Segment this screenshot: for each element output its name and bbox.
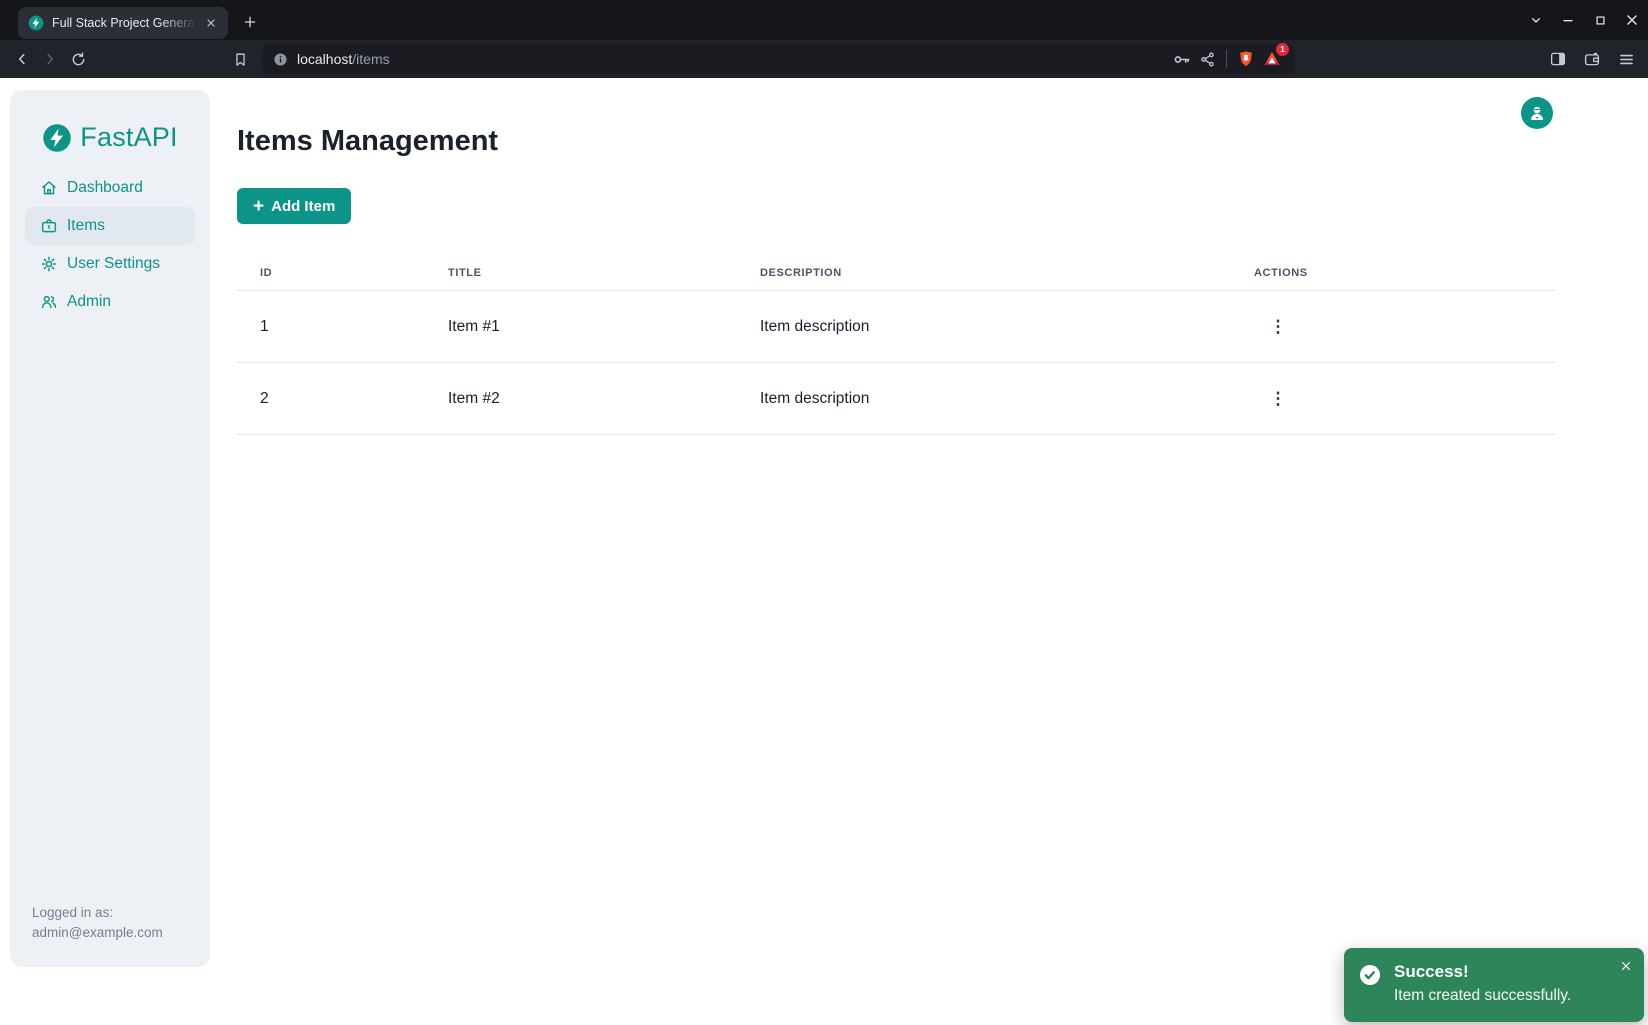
cell-title: Item #2 xyxy=(425,390,737,408)
browser-titlebar: Full Stack Project Genera xyxy=(0,0,1648,40)
window-minimize-icon[interactable] xyxy=(1554,6,1582,34)
main-content: Items Management + Add Item ID TITLE DES… xyxy=(237,78,1555,435)
browser-toolbar: localhost/items 1 xyxy=(0,40,1648,78)
table-row: 1 Item #1 Item description ⋮ xyxy=(237,291,1555,363)
sidebar-item-label: Admin xyxy=(67,293,111,311)
rewards-badge: 1 xyxy=(1276,43,1289,56)
address-bar[interactable]: localhost/items 1 xyxy=(262,44,1295,74)
brave-rewards-icon[interactable]: 1 xyxy=(1259,46,1285,72)
users-icon xyxy=(40,293,58,311)
logged-in-email: admin@example.com xyxy=(32,923,188,943)
url-text: localhost/items xyxy=(297,51,390,67)
back-icon[interactable] xyxy=(8,45,36,73)
menu-icon[interactable] xyxy=(1612,45,1640,73)
toast-title: Success! xyxy=(1394,961,1632,983)
sidebar-item-label: Items xyxy=(67,217,105,235)
fastapi-logo: FastAPI xyxy=(10,122,210,153)
sidebar-item-admin[interactable]: Admin xyxy=(25,283,195,321)
page-title: Items Management xyxy=(237,124,1555,158)
table-header-row: ID TITLE DESCRIPTION ACTIONS xyxy=(237,256,1555,291)
add-item-label: Add Item xyxy=(271,198,335,215)
items-table: ID TITLE DESCRIPTION ACTIONS 1 Item #1 I… xyxy=(237,256,1555,435)
tab-title: Full Stack Project Genera xyxy=(52,16,202,30)
brave-shield-icon[interactable] xyxy=(1233,46,1259,72)
sidebar-toggle-icon[interactable] xyxy=(1544,45,1572,73)
new-tab-button[interactable] xyxy=(236,8,264,36)
row-actions-kebab-icon[interactable]: ⋮ xyxy=(1265,314,1291,340)
logged-in-label: Logged in as: xyxy=(32,903,188,923)
wallet-icon[interactable] xyxy=(1578,45,1606,73)
share-icon[interactable] xyxy=(1194,46,1220,72)
sidebar-nav: Dashboard Items User Settings Admin xyxy=(10,169,210,321)
home-icon xyxy=(40,179,58,197)
logged-in-info: Logged in as: admin@example.com xyxy=(10,903,210,967)
sidebar-item-dashboard[interactable]: Dashboard xyxy=(25,169,195,207)
sidebar-item-items[interactable]: Items xyxy=(25,207,195,245)
tab-close-icon[interactable] xyxy=(202,14,220,32)
sidebar-item-label: User Settings xyxy=(67,255,160,273)
cell-description: Item description xyxy=(737,390,1231,408)
cell-id: 2 xyxy=(237,390,425,408)
window-maximize-icon[interactable] xyxy=(1586,6,1614,34)
reload-icon[interactable] xyxy=(64,45,92,73)
window-close-icon[interactable] xyxy=(1618,6,1646,34)
table-row: 2 Item #2 Item description ⋮ xyxy=(237,363,1555,435)
toast-close-icon[interactable] xyxy=(1616,956,1636,976)
gear-icon xyxy=(40,255,58,273)
site-info-icon[interactable] xyxy=(272,51,289,68)
check-circle-icon xyxy=(1358,963,1382,987)
browser-tab[interactable]: Full Stack Project Genera xyxy=(18,7,228,39)
sidebar-item-label: Dashboard xyxy=(67,179,143,197)
success-toast: Success! Item created successfully. xyxy=(1344,948,1644,1022)
column-header-description: DESCRIPTION xyxy=(737,267,1231,279)
toolbar-separator xyxy=(1226,50,1227,68)
forward-icon[interactable] xyxy=(36,45,64,73)
tab-search-icon[interactable] xyxy=(1522,6,1550,34)
cell-id: 1 xyxy=(237,318,425,336)
app-sidebar: FastAPI Dashboard Items User Settings xyxy=(10,90,210,967)
add-item-button[interactable]: + Add Item xyxy=(237,188,351,224)
column-header-actions: ACTIONS xyxy=(1231,267,1555,279)
column-header-title: TITLE xyxy=(425,267,737,279)
logo-text: FastAPI xyxy=(80,122,177,153)
plus-icon: + xyxy=(253,197,264,216)
fastapi-logo-icon xyxy=(42,123,72,153)
sidebar-item-user-settings[interactable]: User Settings xyxy=(25,245,195,283)
password-key-icon[interactable] xyxy=(1168,46,1194,72)
cell-description: Item description xyxy=(737,318,1231,336)
column-header-id: ID xyxy=(237,267,425,279)
toast-message: Item created successfully. xyxy=(1394,986,1632,1006)
page-content: FastAPI Dashboard Items User Settings xyxy=(0,78,1648,1025)
bookmark-icon[interactable] xyxy=(226,45,254,73)
row-actions-kebab-icon[interactable]: ⋮ xyxy=(1265,386,1291,412)
cell-title: Item #1 xyxy=(425,318,737,336)
briefcase-icon xyxy=(40,217,58,235)
fastapi-favicon-icon xyxy=(28,15,44,31)
